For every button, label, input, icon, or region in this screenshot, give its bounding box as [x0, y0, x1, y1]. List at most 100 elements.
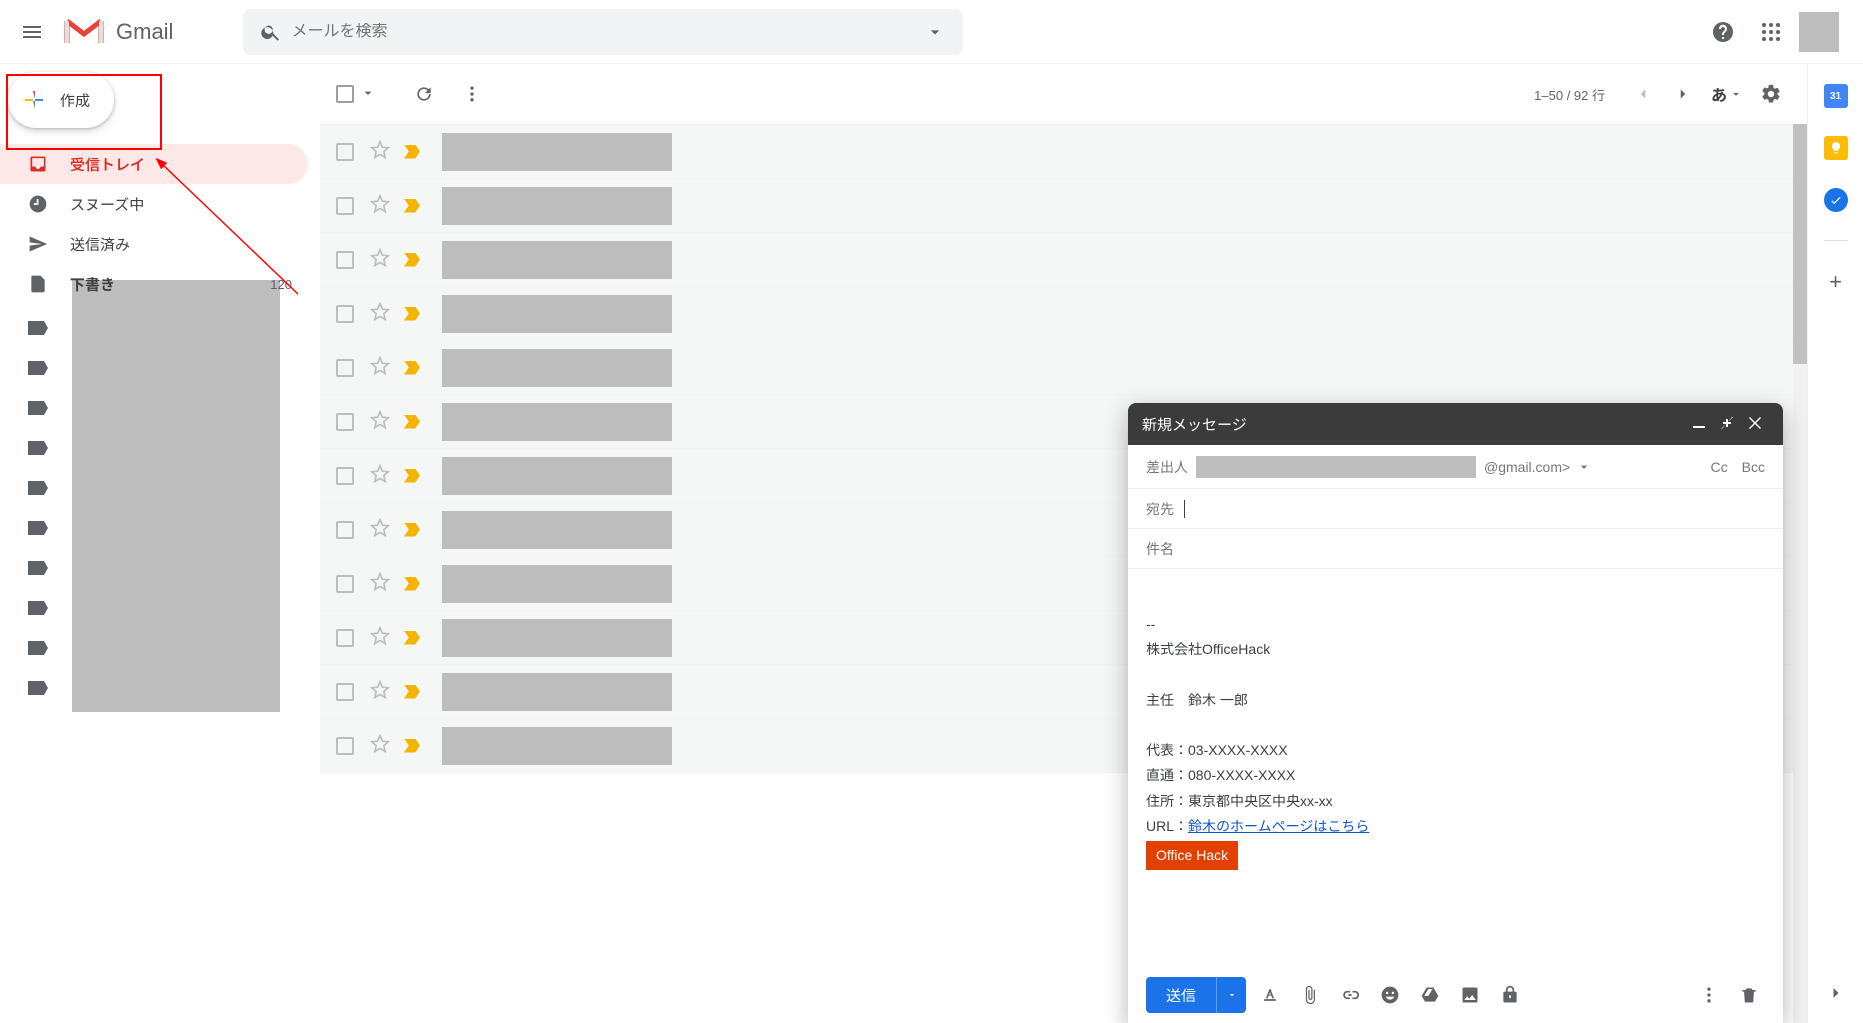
keep-icon[interactable]	[1824, 136, 1848, 160]
importance-icon[interactable]	[404, 307, 420, 321]
row-checkbox[interactable]	[336, 629, 354, 647]
star-icon[interactable]	[370, 194, 390, 217]
row-checkbox[interactable]	[336, 683, 354, 701]
mail-row[interactable]	[320, 233, 1807, 287]
row-checkbox[interactable]	[336, 197, 354, 215]
importance-icon[interactable]	[404, 739, 420, 753]
importance-icon[interactable]	[404, 685, 420, 699]
attach-icon[interactable]	[1294, 979, 1326, 1011]
help-icon[interactable]	[1703, 12, 1743, 52]
mail-row[interactable]	[320, 125, 1807, 179]
importance-icon[interactable]	[404, 199, 420, 213]
importance-icon[interactable]	[404, 631, 420, 645]
search-bar[interactable]	[243, 9, 963, 55]
compose-button[interactable]: 作成	[8, 72, 114, 128]
row-checkbox[interactable]	[336, 359, 354, 377]
cc-button[interactable]: Cc	[1711, 459, 1728, 475]
menu-icon[interactable]	[8, 8, 56, 56]
mail-row[interactable]	[320, 341, 1807, 395]
star-icon[interactable]	[370, 248, 390, 271]
settings-button[interactable]	[1751, 74, 1791, 114]
star-icon[interactable]	[370, 464, 390, 487]
sidebar-item-sent[interactable]: 送信済み	[0, 224, 308, 264]
importance-icon[interactable]	[404, 145, 420, 159]
star-icon[interactable]	[370, 518, 390, 541]
signature-url-link[interactable]: 鈴木のホームページはこちら	[1188, 818, 1369, 834]
select-all-dropdown-icon[interactable]	[360, 85, 376, 104]
scrollbar-thumb[interactable]	[1793, 124, 1807, 364]
compose-body[interactable]: -- 株式会社OfficeHack 主任 鈴木 一郎 代表：03-XXXX-XX…	[1128, 569, 1783, 967]
fullscreen-icon[interactable]	[1713, 416, 1741, 433]
emoji-icon[interactable]	[1374, 979, 1406, 1011]
row-sender-redacted	[442, 457, 672, 495]
to-input[interactable]	[1195, 501, 1765, 517]
row-checkbox[interactable]	[336, 575, 354, 593]
importance-icon[interactable]	[404, 415, 420, 429]
star-icon[interactable]	[370, 626, 390, 649]
send-button[interactable]: 送信	[1146, 977, 1216, 1013]
importance-icon[interactable]	[404, 469, 420, 483]
from-address-redacted	[1196, 456, 1476, 478]
link-icon[interactable]	[1334, 979, 1366, 1011]
star-icon[interactable]	[370, 734, 390, 757]
select-all-checkbox[interactable]	[336, 85, 354, 103]
sidebar-item-snoozed[interactable]: スヌーズ中	[0, 184, 308, 224]
star-icon[interactable]	[370, 572, 390, 595]
close-icon[interactable]	[1741, 416, 1769, 433]
scrollbar-track[interactable]	[1793, 124, 1807, 1023]
page-prev-button[interactable]	[1623, 74, 1663, 114]
input-language-button[interactable]: あ	[1711, 82, 1743, 106]
row-checkbox[interactable]	[336, 305, 354, 323]
row-checkbox[interactable]	[336, 143, 354, 161]
star-icon[interactable]	[370, 356, 390, 379]
subject-input[interactable]	[1146, 541, 1765, 557]
star-icon[interactable]	[370, 140, 390, 163]
refresh-button[interactable]	[400, 84, 448, 104]
compose-from-row[interactable]: 差出人 @gmail.com> Cc Bcc	[1128, 445, 1783, 489]
discard-icon[interactable]	[1733, 979, 1765, 1011]
row-checkbox[interactable]	[336, 467, 354, 485]
label-tag-icon	[28, 681, 48, 695]
minimize-icon[interactable]	[1685, 416, 1713, 433]
drive-icon[interactable]	[1414, 979, 1446, 1011]
row-checkbox[interactable]	[336, 251, 354, 269]
search-icon[interactable]	[251, 21, 291, 43]
importance-icon[interactable]	[404, 577, 420, 591]
page-next-button[interactable]	[1663, 74, 1703, 114]
compose-to-row[interactable]: 宛先	[1128, 489, 1783, 529]
row-checkbox[interactable]	[336, 413, 354, 431]
calendar-icon[interactable]: 31	[1824, 84, 1848, 108]
importance-icon[interactable]	[404, 253, 420, 267]
row-checkbox[interactable]	[336, 737, 354, 755]
more-button[interactable]	[448, 84, 496, 104]
compose-subject-row[interactable]	[1128, 529, 1783, 569]
more-options-icon[interactable]	[1693, 979, 1725, 1011]
send-options-button[interactable]	[1216, 977, 1246, 1013]
compose-label: 作成	[60, 90, 90, 111]
avatar[interactable]	[1799, 12, 1839, 52]
tasks-icon[interactable]	[1824, 188, 1848, 212]
apps-icon[interactable]	[1751, 12, 1791, 52]
search-input[interactable]	[291, 23, 915, 41]
row-checkbox[interactable]	[336, 521, 354, 539]
text-cursor	[1184, 500, 1185, 518]
star-icon[interactable]	[370, 410, 390, 433]
star-icon[interactable]	[370, 302, 390, 325]
collapse-panel-icon[interactable]	[1820, 977, 1852, 1009]
photo-icon[interactable]	[1454, 979, 1486, 1011]
sidebar-item-inbox[interactable]: 受信トレイ	[0, 144, 308, 184]
confidential-icon[interactable]	[1494, 979, 1526, 1011]
search-options-icon[interactable]	[915, 22, 955, 42]
importance-icon[interactable]	[404, 523, 420, 537]
format-text-icon[interactable]	[1254, 979, 1286, 1011]
bcc-button[interactable]: Bcc	[1742, 459, 1765, 475]
addons-plus-icon[interactable]: +	[1829, 269, 1842, 295]
importance-icon[interactable]	[404, 361, 420, 375]
mail-row[interactable]	[320, 287, 1807, 341]
compose-header[interactable]: 新規メッセージ	[1128, 403, 1783, 445]
mail-row[interactable]	[320, 179, 1807, 233]
star-icon[interactable]	[370, 680, 390, 703]
from-dropdown-icon[interactable]	[1576, 459, 1592, 475]
row-sender-redacted	[442, 403, 672, 441]
gmail-logo[interactable]: Gmail	[64, 17, 173, 47]
